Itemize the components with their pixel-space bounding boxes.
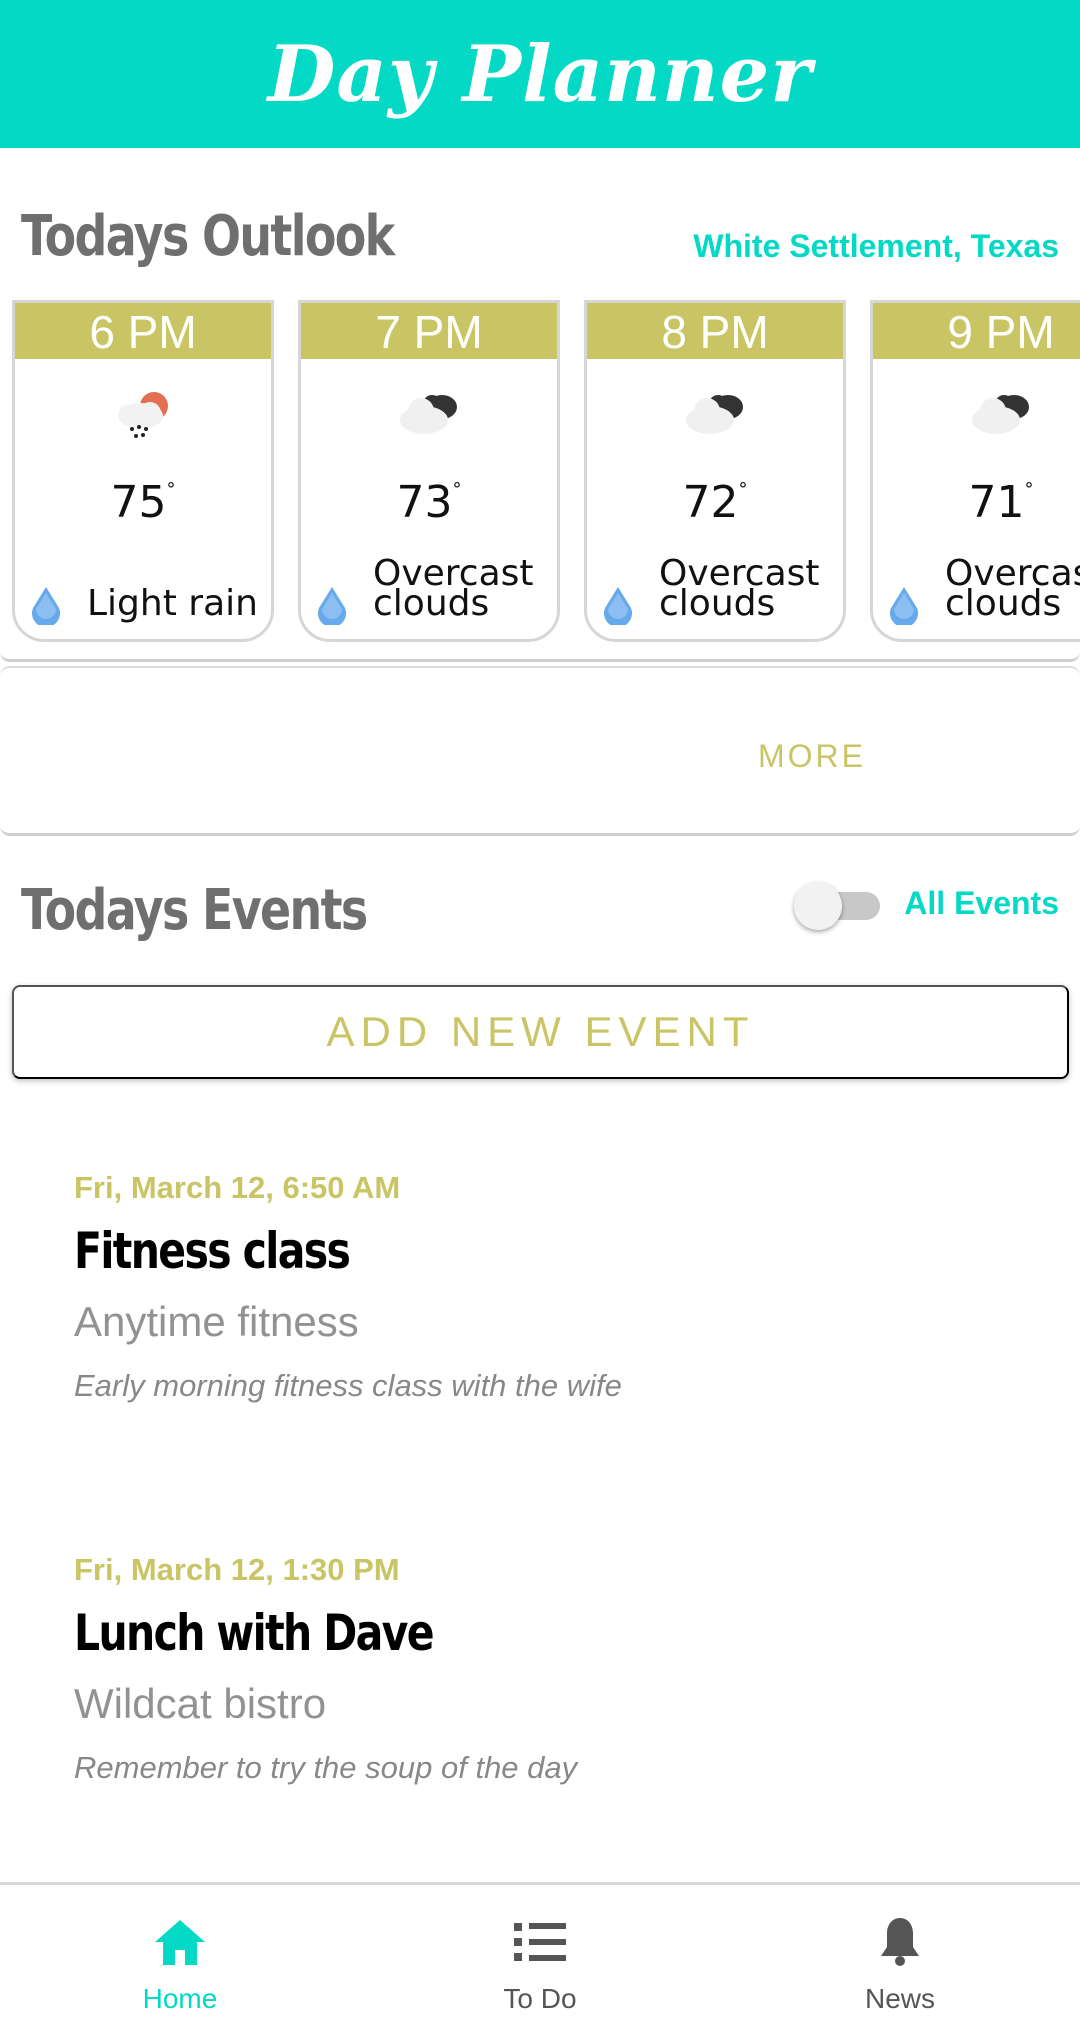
overcast-clouds-icon [972, 395, 1029, 434]
event-note: Early morning fitness class with the wif… [74, 1368, 622, 1403]
water-drop-icon [32, 587, 60, 625]
event-date: Fri, March 12, 1:30 PM [74, 1552, 400, 1587]
overcast-clouds-icon [686, 395, 743, 434]
hour-time: 7 PM [301, 303, 557, 359]
toggle-thumb [794, 882, 842, 930]
event-note: Remember to try the soup of the day [74, 1750, 578, 1785]
water-drop-icon [890, 587, 918, 625]
nav-news[interactable]: News [720, 1885, 1080, 2032]
home-icon [155, 1920, 205, 1965]
event-location: Anytime fitness [74, 1298, 359, 1345]
hour-temperature: 75° [110, 477, 176, 528]
hour-temperature: 71° [968, 477, 1034, 528]
water-drop-icon [604, 587, 632, 625]
more-button[interactable]: MORE [758, 738, 866, 775]
event-card[interactable]: Fri, March 12, 1:30 PM Lunch with Dave W… [74, 1552, 974, 1786]
hour-temperature: 72° [682, 477, 748, 528]
outlook-title: Todays Outlook [21, 204, 395, 269]
weather-location[interactable]: White Settlement, Texas [693, 228, 1059, 265]
hour-card-6pm[interactable]: 6 PM 75° Light rain [12, 300, 274, 642]
app-header: Day Planner [0, 0, 1080, 148]
todays-outlook-card: Todays Outlook White Settlement, Texas 6… [0, 150, 1080, 662]
more-card: MORE [0, 666, 1080, 836]
event-title: Lunch with Dave [74, 1604, 435, 1662]
nav-home-label: Home [142, 1983, 218, 2014]
overcast-clouds-icon [400, 395, 457, 434]
hour-time: 6 PM [15, 303, 271, 359]
event-title: Fitness class [74, 1222, 351, 1280]
weather-description: Light rain [87, 583, 258, 624]
hour-time: 9 PM [873, 303, 1080, 359]
all-events-toggle[interactable] [794, 882, 884, 930]
water-drop-icon [318, 587, 346, 625]
nav-home[interactable]: Home [0, 1885, 360, 2032]
event-card[interactable]: Fri, March 12, 6:50 AM Fitness class Any… [74, 1170, 974, 1404]
nav-news-label: News [864, 1983, 935, 2014]
list-icon [514, 1923, 566, 1961]
hour-card-7pm[interactable]: 7 PM 73° Overcast clouds [298, 300, 560, 642]
nav-todo-label: To Do [503, 1983, 577, 2014]
bottom-navigation: Home To Do News [0, 1882, 1080, 2032]
nav-todo[interactable]: To Do [360, 1885, 720, 2032]
events-title: Todays Events [21, 878, 368, 943]
add-new-event-button[interactable]: ADD NEW EVENT [12, 985, 1069, 1079]
event-location: Wildcat bistro [74, 1680, 327, 1727]
hourly-forecast-strip[interactable]: 6 PM 75° Light rain 7 PM 73° Overcast cl… [12, 300, 1080, 645]
hour-card-8pm[interactable]: 8 PM 72° Overcast clouds [584, 300, 846, 642]
weather-description: Overcast clouds [373, 553, 534, 624]
hour-temperature: 73° [396, 477, 462, 528]
hour-card-9pm[interactable]: 9 PM 71° Overcast clouds [870, 300, 1080, 642]
app-title: Day Planner [267, 28, 813, 120]
hour-time: 8 PM [587, 303, 843, 359]
bell-icon [881, 1918, 919, 1966]
event-date: Fri, March 12, 6:50 AM [74, 1170, 401, 1205]
all-events-label[interactable]: All Events [904, 885, 1059, 922]
weather-description: Overcast clouds [659, 553, 820, 624]
weather-description: Overcast clouds [945, 553, 1080, 624]
rain-cloud-sun-icon [118, 392, 168, 438]
